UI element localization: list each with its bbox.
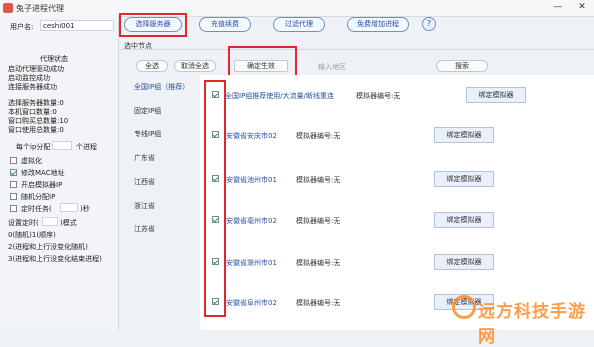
region-item[interactable]: 全国IP组（推荐）	[134, 82, 189, 92]
region-item[interactable]: 江苏省	[134, 224, 155, 234]
modify-mac-checkbox[interactable]	[10, 169, 17, 176]
setting-label: 设置定时(	[8, 219, 39, 227]
per-ip-label: 每个ip分配	[16, 143, 51, 151]
simulator-ip-checkbox[interactable]	[10, 181, 17, 188]
watermark-logo-icon	[452, 295, 476, 319]
option-label: 定时任务(	[21, 205, 52, 213]
timer-task-checkbox[interactable]	[10, 205, 17, 212]
per-ip-input[interactable]	[52, 141, 72, 150]
node-list	[200, 75, 594, 330]
simulator-number: 模拟器编号:无	[296, 176, 341, 184]
app-logo-icon	[3, 3, 13, 13]
option-label: 开启模拟器IP	[21, 181, 63, 189]
node-name: 安徽省阜州市02	[226, 299, 277, 307]
region-item[interactable]: 固定IP组	[134, 106, 161, 116]
node-name: 安徽省亳州市02	[226, 217, 277, 225]
username-field[interactable]: ceshi001	[40, 20, 114, 31]
random-ip-checkbox[interactable]	[10, 193, 17, 200]
simulator-number: 模拟器编号:无	[356, 92, 401, 100]
window-title: 兔子进程代理	[16, 4, 64, 13]
node-name: 安徽省池州市01	[226, 176, 277, 184]
mode-line: 0(随机)1(顺序)	[8, 231, 56, 239]
mode-input[interactable]	[42, 217, 58, 226]
status-line: 连接服务器成功	[8, 83, 57, 91]
simulator-number: 模拟器编号:无	[296, 132, 341, 140]
divider	[120, 49, 594, 50]
option-label: 虚拟化	[21, 157, 42, 165]
option-label: 修改MAC地址	[21, 169, 65, 177]
bind-simulator-button[interactable]: 绑定模拟器	[466, 87, 526, 103]
simulator-number: 模拟器编号:无	[296, 299, 341, 307]
setting-unit: )模式	[60, 219, 77, 227]
bind-simulator-button[interactable]: 绑定模拟器	[434, 212, 494, 228]
region-item[interactable]: 江西省	[134, 177, 155, 187]
recharge-button[interactable]: 充值续费	[199, 17, 251, 32]
left-panel: 用户名: ceshi001 代理状态 启动代理驱动成功 启动监控成功 连接服务器…	[0, 16, 119, 330]
region-item[interactable]: 浙江省	[134, 201, 155, 211]
deselect-all-button[interactable]: 取消全选	[174, 60, 216, 72]
simulator-number: 模拟器编号:无	[296, 217, 341, 225]
username-label: 用户名:	[10, 23, 34, 31]
filter-proxy-button[interactable]: 过滤代理	[273, 17, 325, 32]
close-button[interactable]: ✕	[572, 1, 592, 14]
node-name: 全国IP组推荐使用/大流量/断线重连	[225, 92, 335, 100]
title-bar: 兔子进程代理 — ✕	[0, 0, 594, 17]
mode-line: 2(进程和上行没变化随机)	[8, 243, 88, 251]
search-button[interactable]: 搜索	[436, 60, 488, 72]
region-item[interactable]: 专线IP组	[134, 129, 161, 139]
highlight-box	[204, 80, 226, 317]
mode-line: 3(进程和上行没变化结束进程)	[8, 255, 102, 263]
watermark-text: 远方科技手游网	[478, 302, 586, 347]
simulator-number: 模拟器编号:无	[296, 259, 341, 267]
free-add-process-button[interactable]: 免费增加进程	[347, 17, 409, 32]
timer-unit: )秒	[80, 205, 90, 213]
region-item[interactable]: 广东省	[134, 153, 155, 163]
per-ip-unit: 个进程	[76, 143, 97, 151]
region-input[interactable]: 输入地区	[318, 62, 346, 72]
minimize-button[interactable]: —	[548, 1, 568, 14]
select-all-button[interactable]: 全选	[136, 60, 168, 72]
stat-line: 窗口使用总数量:0	[8, 126, 64, 134]
timer-input[interactable]	[60, 203, 78, 212]
bind-simulator-button[interactable]: 绑定模拟器	[434, 127, 494, 143]
node-name: 安徽省滁州市01	[226, 259, 277, 267]
option-label: 随机分配IP	[21, 193, 56, 201]
help-icon[interactable]: ?	[422, 17, 436, 31]
status-title: 代理状态	[40, 55, 68, 63]
highlight-box	[119, 13, 187, 37]
bind-simulator-button[interactable]: 绑定模拟器	[434, 171, 494, 187]
bind-simulator-button[interactable]: 绑定模拟器	[434, 254, 494, 270]
node-name: 安徽省安庆市02	[226, 132, 277, 140]
virtualize-checkbox[interactable]	[10, 157, 17, 164]
